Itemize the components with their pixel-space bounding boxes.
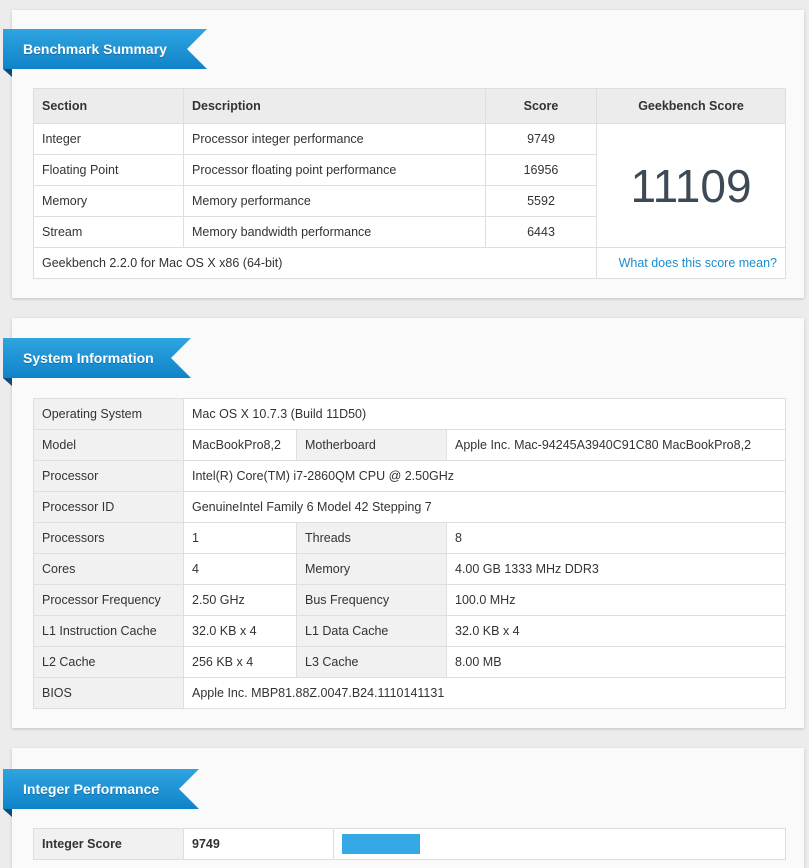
table-row: Operating System Mac OS X 10.7.3 (Build … [33, 398, 787, 430]
info-label: Motherboard [296, 429, 447, 461]
row-description: Memory bandwidth performance [183, 216, 486, 248]
info-label: Model [33, 429, 184, 461]
info-label: Cores [33, 553, 184, 585]
info-value: 256 KB x 4 [183, 646, 297, 678]
info-label: Processor Frequency [33, 584, 184, 616]
integer-performance-table: Integer Score 9749 [33, 828, 786, 860]
header-description: Description [183, 88, 486, 124]
row-score: 5592 [485, 185, 597, 217]
table-row: Integer Processor integer performance 97… [33, 123, 786, 248]
info-label: Bus Frequency [296, 584, 447, 616]
info-value: GenuineIntel Family 6 Model 42 Stepping … [182, 491, 787, 523]
info-label: L2 Cache [33, 646, 184, 678]
row-description: Processor floating point performance [183, 154, 486, 186]
row-section: Stream [33, 216, 184, 248]
integer-score-value: 9749 [183, 828, 334, 860]
row-section: Integer [33, 123, 184, 155]
info-value: 32.0 KB x 4 [445, 615, 787, 647]
system-information-table: Operating System Mac OS X 10.7.3 (Build … [33, 398, 787, 709]
ribbon-fold [3, 378, 12, 386]
info-label: BIOS [33, 677, 184, 709]
info-value: 2.50 GHz [183, 584, 297, 616]
system-information-panel: System Information Operating System Mac … [3, 318, 804, 728]
info-label: Processor ID [33, 491, 184, 523]
geekbench-score-value: 11109 [596, 123, 786, 248]
table-footer-row: Geekbench 2.2.0 for Mac OS X x86 (64-bit… [33, 247, 786, 279]
info-value: Apple Inc. Mac-94245A3940C91C80 MacBookP… [445, 429, 787, 461]
info-value: 32.0 KB x 4 [183, 615, 297, 647]
integer-performance-title: Integer Performance [3, 769, 199, 809]
version-text: Geekbench 2.2.0 for Mac OS X x86 (64-bit… [33, 247, 597, 279]
table-row: Model MacBookPro8,2 Motherboard Apple In… [33, 429, 787, 461]
table-row: L1 Instruction Cache 32.0 KB x 4 L1 Data… [33, 615, 787, 647]
info-value: Intel(R) Core(TM) i7-2860QM CPU @ 2.50GH… [182, 460, 787, 492]
info-value: 1 [183, 522, 297, 554]
info-label: Memory [296, 553, 447, 585]
header-section: Section [33, 88, 184, 124]
table-row: Integer Score 9749 [33, 828, 786, 860]
table-row: Cores 4 Memory 4.00 GB 1333 MHz DDR3 [33, 553, 787, 585]
integer-score-bar [342, 834, 420, 854]
row-section: Memory [33, 185, 184, 217]
info-value: MacBookPro8,2 [183, 429, 297, 461]
info-value: 100.0 MHz [445, 584, 787, 616]
header-score: Score [485, 88, 597, 124]
integer-score-bar-cell [333, 828, 786, 860]
row-description: Memory performance [183, 185, 486, 217]
system-information-title: System Information [3, 338, 191, 378]
integer-score-label: Integer Score [33, 828, 184, 860]
row-description: Processor integer performance [183, 123, 486, 155]
table-row: Processor Intel(R) Core(TM) i7-2860QM CP… [33, 460, 787, 492]
info-value: 4.00 GB 1333 MHz DDR3 [445, 553, 787, 585]
table-row: Processor Frequency 2.50 GHz Bus Frequen… [33, 584, 787, 616]
info-value: 8.00 MB [445, 646, 787, 678]
row-score: 9749 [485, 123, 597, 155]
info-label: Processor [33, 460, 184, 492]
ribbon-fold [3, 809, 12, 817]
info-value: Apple Inc. MBP81.88Z.0047.B24.1110141131 [182, 677, 787, 709]
integer-performance-panel: Integer Performance Integer Score 9749 [3, 748, 804, 868]
info-label: Operating System [33, 398, 184, 430]
row-score: 6443 [485, 216, 597, 248]
row-section: Floating Point [33, 154, 184, 186]
benchmark-summary-table: Section Description Score Geekbench Scor… [33, 88, 786, 279]
benchmark-summary-panel: Benchmark Summary Section Description Sc… [3, 10, 804, 298]
table-header-row: Section Description Score Geekbench Scor… [33, 88, 786, 124]
row-score: 16956 [485, 154, 597, 186]
info-label: L3 Cache [296, 646, 447, 678]
header-geekbench-score: Geekbench Score [596, 88, 786, 124]
table-row: Processors 1 Threads 8 [33, 522, 787, 554]
info-label: L1 Instruction Cache [33, 615, 184, 647]
info-label: Threads [296, 522, 447, 554]
score-meaning-link[interactable]: What does this score mean? [596, 247, 786, 279]
benchmark-summary-title: Benchmark Summary [3, 29, 207, 69]
table-row: Processor ID GenuineIntel Family 6 Model… [33, 491, 787, 523]
info-label: Processors [33, 522, 184, 554]
info-value: Mac OS X 10.7.3 (Build 11D50) [182, 398, 787, 430]
info-value: 4 [183, 553, 297, 585]
table-row: L2 Cache 256 KB x 4 L3 Cache 8.00 MB [33, 646, 787, 678]
info-label: L1 Data Cache [296, 615, 447, 647]
table-row: BIOS Apple Inc. MBP81.88Z.0047.B24.11101… [33, 677, 787, 709]
info-value: 8 [445, 522, 787, 554]
ribbon-fold [3, 69, 12, 77]
